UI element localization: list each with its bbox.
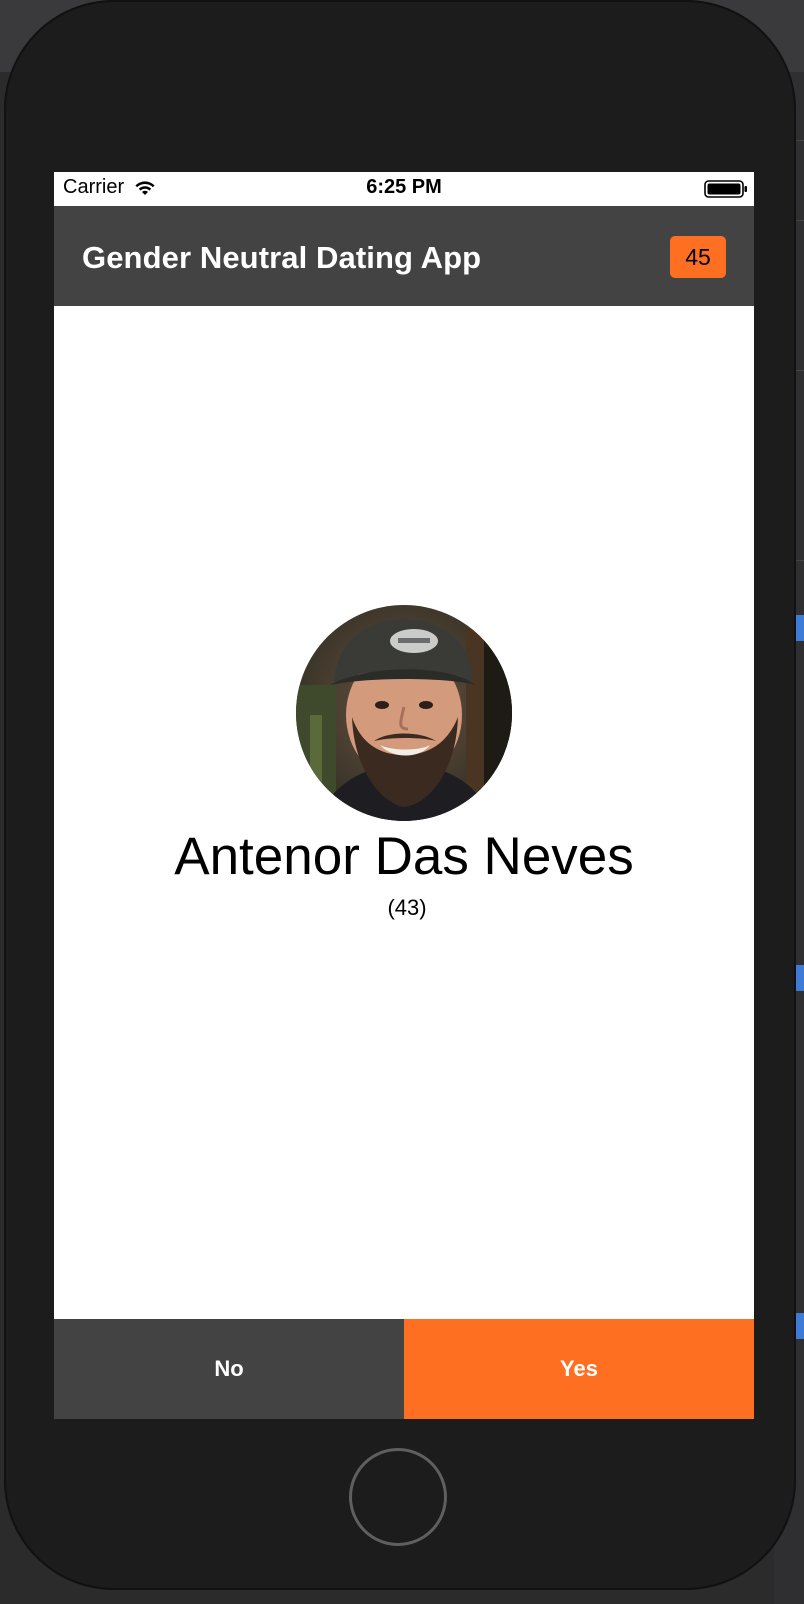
profile-name: Antenor Das Neves	[174, 827, 634, 886]
battery-icon	[704, 180, 747, 198]
profile-age: (43)	[387, 895, 427, 920]
no-button-label: No	[214, 1356, 244, 1381]
action-bar: No Yes	[54, 1319, 754, 1419]
app-title: Gender Neutral Dating App	[82, 240, 482, 275]
app-screen: Carrier 6:25 PM Gender Neutral Dating Ap…	[54, 172, 754, 1419]
count-badge: 45	[670, 236, 726, 278]
status-time: 6:25 PM	[366, 176, 442, 198]
yes-button[interactable]: Yes	[404, 1319, 754, 1419]
profile-photo	[296, 605, 512, 821]
profile-card: Antenor Das Neves (43)	[54, 306, 754, 1319]
no-button[interactable]: No	[54, 1319, 404, 1419]
device-frame: Carrier 6:25 PM Gender Neutral Dating Ap…	[4, 0, 796, 1590]
side-panel-accent	[796, 615, 804, 641]
side-panel-accent	[796, 1313, 804, 1339]
profile-photo-illustration	[296, 605, 512, 821]
status-bar: Carrier 6:25 PM	[54, 172, 754, 206]
app-header: Gender Neutral Dating App 45	[54, 206, 754, 306]
yes-button-label: Yes	[560, 1356, 598, 1381]
home-button[interactable]	[349, 1448, 447, 1546]
side-panel-accent	[796, 965, 804, 991]
